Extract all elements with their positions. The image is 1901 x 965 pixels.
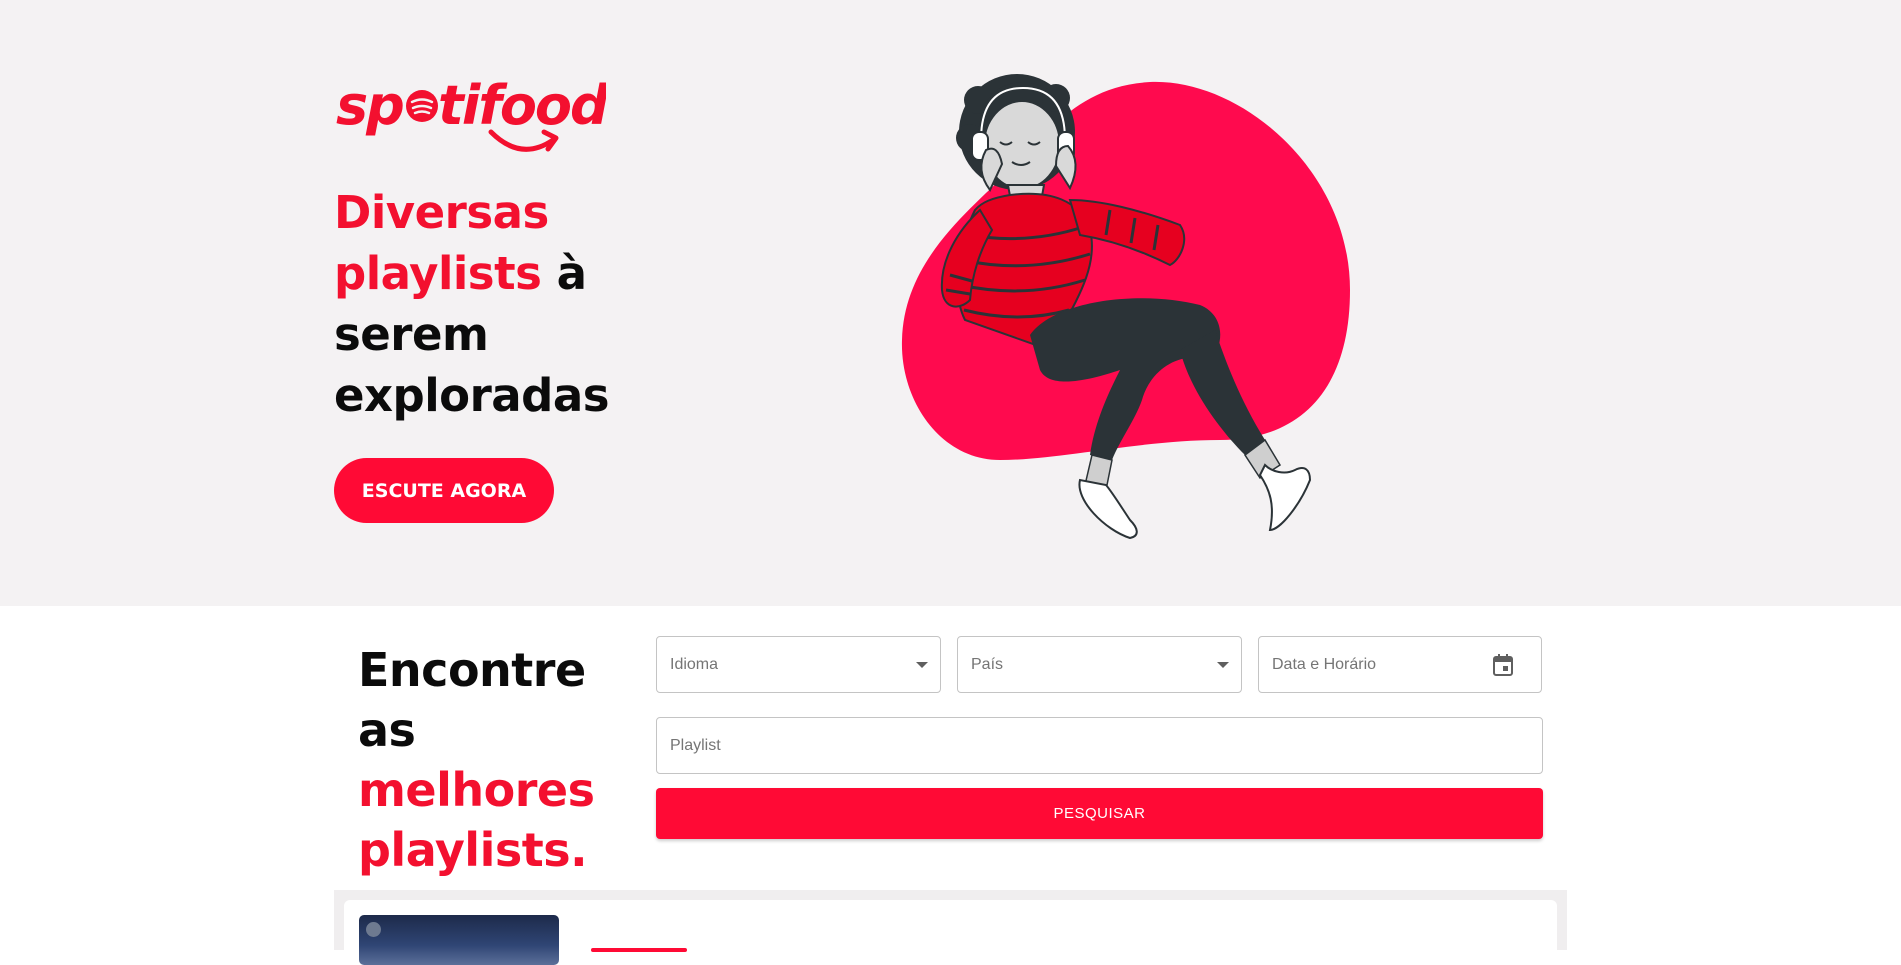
playlist-search-input[interactable]: Playlist <box>656 717 1543 774</box>
playlist-card[interactable] <box>344 900 1557 965</box>
language-select-placeholder: Idioma <box>670 655 719 673</box>
playlist-tag <box>591 948 687 952</box>
listen-now-button[interactable]: ESCUTE AGORA <box>334 458 554 523</box>
hero-headline-rest: serem exploradas <box>334 308 610 422</box>
calendar-icon[interactable] <box>1493 654 1513 676</box>
playlist-search-placeholder: Playlist <box>670 736 721 754</box>
hero-headline: Diversas playlists à serem exploradas <box>334 182 694 426</box>
search-heading-highlight: melhores playlists. <box>358 763 595 877</box>
arrow-drop-down-icon <box>916 661 928 668</box>
spotifood-logo[interactable]: sp tifood <box>334 72 606 162</box>
playlist-thumbnail[interactable] <box>359 915 559 965</box>
hero-section: sp tifood Diversas playlists à serem exp… <box>0 0 1901 606</box>
datetime-field[interactable]: Data e Horário <box>1258 636 1542 693</box>
svg-text:sp: sp <box>336 74 403 137</box>
search-heading-plain: Encontre as <box>358 643 586 757</box>
datetime-field-placeholder: Data e Horário <box>1272 655 1377 673</box>
country-select[interactable]: País <box>957 636 1242 693</box>
spotify-icon <box>366 922 381 937</box>
country-select-placeholder: País <box>971 655 1004 673</box>
playlist-results-panel <box>334 890 1567 965</box>
hero-headline-highlight: Diversas playlists <box>334 186 549 300</box>
arrow-drop-down-icon <box>1217 661 1229 668</box>
search-button[interactable]: PESQUISAR <box>656 788 1543 839</box>
woman-listening-headphones-illustration <box>880 60 1360 560</box>
hero-headline-connector: à <box>556 247 587 300</box>
search-heading: Encontre as melhores playlists. <box>358 640 658 880</box>
language-select[interactable]: Idioma <box>656 636 941 693</box>
svg-text:tifood: tifood <box>438 74 606 137</box>
